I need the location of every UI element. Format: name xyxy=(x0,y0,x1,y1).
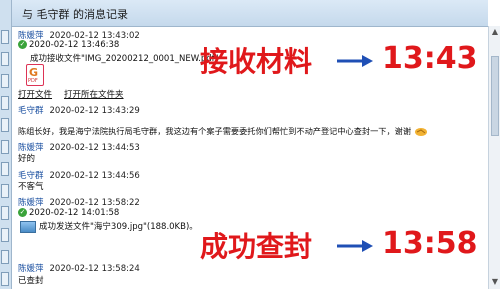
scroll-down-icon[interactable]: ▼ xyxy=(490,277,500,287)
annotation-bottom-label: 成功查封 xyxy=(200,230,313,263)
message-time: 2020-02-12 13:58:24 xyxy=(49,264,140,274)
message-time: 2020-02-12 13:44:56 xyxy=(49,171,140,181)
message-header: 毛守群 2020-02-12 13:43:29 xyxy=(18,104,140,116)
message-body: 不客气 xyxy=(18,182,44,192)
strip-button[interactable] xyxy=(1,52,9,66)
sender-name: 陈媛萍 xyxy=(18,264,44,274)
strip-button[interactable] xyxy=(1,30,9,44)
chat-history-header: 与 毛守群 的消息记录 xyxy=(12,0,488,27)
strip-button[interactable] xyxy=(1,96,9,110)
annotation-top-label: 接收材料 xyxy=(200,45,313,78)
file-links: 打开文件 打开所在文件夹 xyxy=(18,88,136,100)
file-sent-text: 成功发送文件"海宁309.jpg"(188.0KB)。 xyxy=(20,220,198,233)
message-header: 陈媛萍 2020-02-12 13:58:22 xyxy=(18,196,140,208)
handshake-emoji-icon xyxy=(414,127,427,136)
scroll-thumb[interactable] xyxy=(491,56,499,136)
open-file-link[interactable]: 打开文件 xyxy=(18,90,52,100)
sender-name: 毛守群 xyxy=(18,106,44,116)
strip-button[interactable] xyxy=(1,250,9,264)
image-file-icon[interactable] xyxy=(20,220,36,233)
check-icon: ✓ xyxy=(18,40,27,49)
message-header: 陈媛萍 2020-02-12 13:44:53 xyxy=(18,141,140,153)
check-icon: ✓ xyxy=(18,208,27,217)
message-time: 2020-02-12 13:44:53 xyxy=(49,143,140,153)
strip-button[interactable] xyxy=(1,228,9,242)
arrow-right-icon xyxy=(337,240,373,252)
message-time: 2020-02-12 13:43:29 xyxy=(49,106,140,116)
file-status-time: ✓ 2020-02-12 14:01:58 xyxy=(18,208,120,218)
file-received-text: 成功接收文件"IMG_20200212_0001_NEW.pdf" xyxy=(30,54,219,64)
message-body: 已查封 xyxy=(18,276,44,286)
pdf-file-icon[interactable]: G PDF xyxy=(26,64,44,86)
arrow-right-icon xyxy=(337,55,373,67)
strip-button[interactable] xyxy=(1,272,9,286)
strip-button[interactable] xyxy=(1,162,9,176)
message-body: 陈组长好，我是海宁法院执行局毛守群，我这边有个案子需要委托你们帮忙到不动产登记中… xyxy=(18,125,428,137)
left-toolbar-strip xyxy=(0,0,12,289)
open-folder-link[interactable]: 打开所在文件夹 xyxy=(64,90,124,100)
message-header: 陈媛萍 2020-02-12 13:58:24 xyxy=(18,262,140,274)
vertical-scrollbar[interactable]: ▲ ▼ xyxy=(488,26,500,289)
strip-button[interactable] xyxy=(1,118,9,132)
strip-button[interactable] xyxy=(1,184,9,198)
message-body: 好的 xyxy=(18,154,36,164)
scroll-up-icon[interactable]: ▲ xyxy=(490,27,500,37)
chat-history-title: 与 毛守群 的消息记录 xyxy=(22,8,128,21)
annotation-top-time: 13:43 xyxy=(382,41,478,76)
sender-name: 陈媛萍 xyxy=(18,198,44,208)
strip-button[interactable] xyxy=(1,140,9,154)
file-status-time: ✓ 2020-02-12 13:46:38 xyxy=(18,40,120,50)
annotation-bottom-time: 13:58 xyxy=(382,226,478,261)
strip-button[interactable] xyxy=(1,74,9,88)
message-time: 2020-02-12 13:58:22 xyxy=(49,198,140,208)
strip-button[interactable] xyxy=(1,206,9,220)
